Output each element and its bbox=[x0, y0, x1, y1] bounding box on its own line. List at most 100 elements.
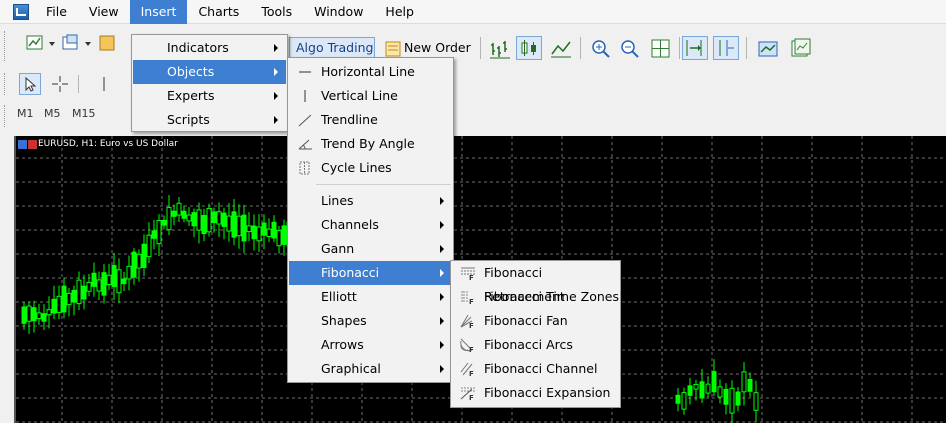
fibonacci-fan-icon: F bbox=[460, 314, 474, 328]
tile-windows-icon[interactable] bbox=[648, 36, 672, 60]
new-order-button[interactable]: New Order bbox=[381, 37, 473, 59]
objects-menu-fibonacci[interactable]: Fibonacci bbox=[289, 261, 452, 285]
insert-menu-indicators[interactable]: Indicators bbox=[133, 36, 286, 60]
candlestick-chart-icon[interactable] bbox=[516, 36, 542, 60]
candle-body bbox=[717, 386, 723, 398]
insert-menu-objects[interactable]: Objects bbox=[133, 60, 286, 84]
objects-menu-lines[interactable]: Lines bbox=[289, 189, 452, 213]
objects-menu-gann[interactable]: Gann bbox=[289, 237, 452, 261]
zoom-out-icon[interactable] bbox=[617, 36, 641, 60]
cycle-lines-icon bbox=[299, 161, 310, 175]
candle-body bbox=[246, 225, 252, 233]
candle-body bbox=[281, 225, 287, 245]
svg-text:F: F bbox=[469, 394, 474, 400]
new-chart-icon[interactable] bbox=[24, 32, 58, 52]
fibonacci-menu-retracement[interactable]: F Fibonacci Retracement bbox=[452, 261, 619, 304]
auto-scroll-icon[interactable] bbox=[682, 36, 708, 60]
objects-menu-elliott[interactable]: Elliott bbox=[289, 285, 452, 309]
market-watch-icon[interactable] bbox=[96, 32, 116, 52]
candle-body bbox=[86, 281, 92, 292]
menu-separator bbox=[316, 184, 451, 185]
objects-menu-shapes[interactable]: Shapes bbox=[289, 309, 452, 333]
candle-body bbox=[96, 279, 102, 292]
toolbar-separator bbox=[480, 37, 481, 59]
candle-body bbox=[236, 215, 242, 237]
menu-label: Lines bbox=[321, 193, 354, 208]
objects-menu-horizontal-line[interactable]: Horizontal Line bbox=[289, 60, 452, 84]
candle-body bbox=[201, 215, 207, 235]
candle-body bbox=[156, 220, 162, 245]
candle-body bbox=[211, 211, 217, 224]
objects-menu-trend-by-angle[interactable]: Trend By Angle bbox=[289, 132, 452, 156]
vertical-line-icon bbox=[304, 90, 306, 102]
candle-body bbox=[186, 214, 192, 222]
line-chart-icon[interactable] bbox=[548, 36, 572, 60]
candle-body bbox=[81, 285, 87, 300]
objects-menu-vertical-line[interactable]: Vertical Line bbox=[289, 84, 452, 108]
svg-text:F: F bbox=[469, 298, 474, 304]
menu-tools[interactable]: Tools bbox=[250, 0, 303, 24]
candle-body bbox=[699, 381, 705, 399]
submenu-arrow-icon bbox=[440, 197, 444, 205]
candle-body bbox=[76, 279, 82, 305]
horizontal-line-icon bbox=[299, 71, 311, 73]
candle-body bbox=[121, 278, 127, 285]
candle-body bbox=[723, 388, 729, 405]
candle-body bbox=[136, 253, 142, 269]
chart-shift-icon[interactable] bbox=[713, 36, 739, 60]
toolbar-grip[interactable] bbox=[4, 105, 7, 127]
fibonacci-menu-time-zones[interactable]: F Fibonacci Time Zones bbox=[452, 285, 619, 309]
insert-menu-experts[interactable]: Experts bbox=[133, 84, 286, 108]
candle-body bbox=[46, 309, 52, 316]
timeframe-m5[interactable]: M5 bbox=[44, 107, 61, 120]
menu-view[interactable]: View bbox=[78, 0, 130, 24]
menu-label: Horizontal Line bbox=[321, 64, 415, 79]
candle-body bbox=[31, 307, 37, 322]
fibonacci-menu-arcs[interactable]: F Fibonacci Arcs bbox=[452, 333, 619, 357]
objects-menu-trendline[interactable]: Trendline bbox=[289, 108, 452, 132]
menu-file[interactable]: File bbox=[35, 0, 78, 24]
zoom-in-icon[interactable] bbox=[588, 36, 612, 60]
objects-menu-graphical[interactable]: Graphical bbox=[289, 357, 452, 381]
candle-body bbox=[106, 274, 112, 285]
objects-menu-arrows[interactable]: Arrows bbox=[289, 333, 452, 357]
submenu-arrow-icon bbox=[440, 365, 444, 373]
fibonacci-menu-channel[interactable]: F Fibonacci Channel bbox=[452, 357, 619, 381]
toolbar-separator bbox=[580, 37, 581, 59]
candle-body bbox=[71, 289, 77, 303]
menu-help[interactable]: Help bbox=[374, 0, 425, 24]
candle-body bbox=[21, 306, 27, 324]
vertical-line-tool-icon[interactable] bbox=[96, 73, 110, 95]
insert-menu-scripts[interactable]: Scripts bbox=[133, 108, 286, 132]
svg-text:F: F bbox=[469, 322, 474, 328]
candle-body bbox=[176, 202, 182, 216]
menu-charts[interactable]: Charts bbox=[187, 0, 250, 24]
algo-trading-button[interactable]: Algo Trading bbox=[289, 37, 375, 59]
menu-label: Shapes bbox=[321, 313, 367, 328]
menu-window[interactable]: Window bbox=[303, 0, 374, 24]
cursor-icon[interactable] bbox=[19, 73, 41, 95]
toolbar-grip[interactable] bbox=[4, 31, 7, 61]
candle-body bbox=[66, 292, 72, 306]
fibonacci-menu-fan[interactable]: F Fibonacci Fan bbox=[452, 309, 619, 333]
bar-chart-icon[interactable] bbox=[487, 36, 511, 60]
trendline-icon bbox=[298, 114, 312, 127]
fibonacci-menu-expansion[interactable]: F Fibonacci Expansion bbox=[452, 381, 619, 405]
candle-body bbox=[753, 392, 759, 411]
menu-label: Fibonacci Channel bbox=[484, 361, 598, 376]
templates-icon[interactable] bbox=[787, 36, 811, 60]
menu-label: Elliott bbox=[321, 289, 357, 304]
submenu-arrow-icon bbox=[440, 221, 444, 229]
objects-menu-channels[interactable]: Channels bbox=[289, 213, 452, 237]
objects-menu-cycle-lines[interactable]: Cycle Lines bbox=[289, 156, 452, 180]
timeframe-m1[interactable]: M1 bbox=[17, 107, 34, 120]
submenu-arrow-icon bbox=[440, 245, 444, 253]
timeframe-m15[interactable]: M15 bbox=[72, 107, 96, 120]
indicators-list-icon[interactable] bbox=[755, 36, 779, 60]
submenu-arrow-icon bbox=[274, 92, 278, 100]
algo-trading-label: Algo Trading bbox=[296, 40, 374, 55]
toolbar-grip[interactable] bbox=[4, 73, 7, 95]
menu-insert[interactable]: Insert bbox=[129, 0, 188, 24]
crosshair-icon[interactable] bbox=[49, 73, 71, 95]
profiles-icon[interactable] bbox=[60, 32, 94, 52]
